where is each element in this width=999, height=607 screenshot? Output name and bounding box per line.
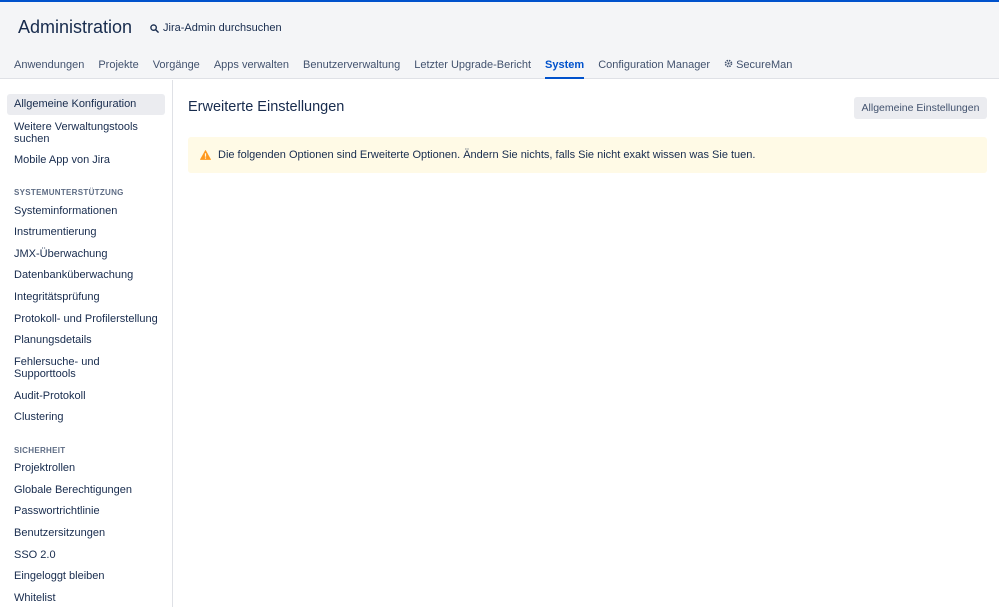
- section-heading-systemunterstuetzung: SYSTEMUNTERSTÜTZUNG: [14, 188, 124, 197]
- sidebar-item-audit-protokoll[interactable]: Audit-Protokoll: [7, 390, 165, 402]
- sidebar-item-protokoll-profilerstellung[interactable]: Protokoll- und Profilerstellung: [7, 313, 165, 325]
- sidebar-item-label: Audit-Protokoll: [14, 390, 86, 402]
- sidebar-item-label: Globale Berechtigungen: [14, 484, 133, 496]
- sidebar-item-fehlersuche-supporttools[interactable]: Fehlersuche- und Supporttools: [7, 356, 127, 380]
- admin-search[interactable]: Jira-Admin durchsuchen: [150, 20, 282, 36]
- section-heading-sicherheit: SICHERHEIT: [14, 446, 66, 455]
- tab-secureman[interactable]: SecureMan: [724, 57, 792, 79]
- tab-configuration-manager[interactable]: Configuration Manager: [598, 57, 710, 79]
- sidebar-item-integritaetspruefung[interactable]: Integritätsprüfung: [7, 291, 165, 303]
- tab-benutzerverwaltung[interactable]: Benutzerverwaltung: [303, 57, 400, 79]
- sidebar-item-weitere-verwaltungstools[interactable]: Weitere Verwaltungstools suchen: [7, 121, 157, 145]
- tab-upgrade-bericht[interactable]: Letzter Upgrade-Bericht: [414, 57, 531, 79]
- sidebar-item-whitelist[interactable]: Whitelist: [7, 592, 165, 604]
- sidebar-item-datenbankueberwachung[interactable]: Datenbanküberwachung: [7, 269, 165, 281]
- sidebar-item-passwortrichtlinie[interactable]: Passwortrichtlinie: [7, 505, 165, 517]
- warning-text: Die folgenden Optionen sind Erweiterte O…: [218, 149, 756, 161]
- sidebar-item-jmx-ueberwachung[interactable]: JMX-Überwachung: [7, 248, 165, 260]
- warning-icon: [200, 150, 211, 160]
- gear-icon: [724, 59, 733, 68]
- sidebar-item-clustering[interactable]: Clustering: [7, 411, 165, 423]
- tab-apps-verwalten[interactable]: Apps verwalten: [214, 57, 289, 79]
- general-settings-button[interactable]: Allgemeine Einstellungen: [854, 97, 987, 119]
- tab-label: Configuration Manager: [598, 59, 711, 71]
- sidebar-item-label: Clustering: [14, 411, 64, 423]
- sidebar-item-label: Integritätsprüfung: [14, 291, 100, 303]
- sidebar-item-allgemeine-konfiguration[interactable]: Allgemeine Konfiguration: [7, 94, 165, 115]
- sidebar-item-label: Datenbanküberwachung: [14, 269, 134, 281]
- tab-anwendungen[interactable]: Anwendungen: [14, 57, 84, 79]
- main-title: Erweiterte Einstellungen: [188, 99, 345, 115]
- sidebar-item-projektrollen[interactable]: Projektrollen: [7, 462, 165, 474]
- sidebar-item-planungsdetails[interactable]: Planungsdetails: [7, 334, 165, 346]
- tab-label: Apps verwalten: [213, 59, 290, 71]
- sidebar-item-label: Benutzersitzungen: [14, 527, 106, 539]
- tab-projekte[interactable]: Projekte: [98, 57, 138, 79]
- tab-label: SecureMan: [736, 59, 793, 71]
- sidebar-item-label: Allgemeine Konfiguration: [14, 98, 137, 110]
- sidebar-item-label: Eingeloggt bleiben: [14, 570, 105, 582]
- tab-label: Anwendungen: [14, 59, 85, 71]
- sidebar-item-label: Systeminformationen: [14, 205, 118, 217]
- sidebar-item-label: Instrumentierung: [14, 226, 97, 238]
- sidebar-item-label: Planungsdetails: [14, 334, 92, 346]
- search-label: Jira-Admin durchsuchen: [163, 22, 282, 34]
- tab-label: System: [545, 59, 585, 71]
- sidebar-item-benutzersitzungen[interactable]: Benutzersitzungen: [7, 527, 165, 539]
- sidebar-item-label: Fehlersuche- und Supporttools: [14, 356, 100, 380]
- sidebar-item-instrumentierung[interactable]: Instrumentierung: [7, 226, 165, 238]
- tab-label: Projekte: [98, 59, 139, 71]
- sidebar: Allgemeine Konfiguration Weitere Verwalt…: [0, 80, 173, 607]
- tab-label: Vorgänge: [152, 59, 200, 71]
- sidebar-item-label: Whitelist: [14, 592, 56, 604]
- page-title: Administration: [18, 17, 133, 37]
- sidebar-item-label: JMX-Überwachung: [14, 248, 108, 260]
- admin-header: Administration Jira-Admin durchsuchen An…: [0, 2, 999, 79]
- tab-system[interactable]: System: [545, 57, 585, 79]
- sidebar-item-label: Passwortrichtlinie: [14, 505, 100, 517]
- sidebar-item-globale-berechtigungen[interactable]: Globale Berechtigungen: [7, 484, 165, 496]
- admin-nav: Anwendungen Projekte Vorgänge Apps verwa…: [14, 57, 806, 79]
- sidebar-item-label: Mobile App von Jira: [14, 154, 110, 166]
- warning-banner: Die folgenden Optionen sind Erweiterte O…: [188, 137, 987, 173]
- tab-label: Letzter Upgrade-Bericht: [414, 59, 532, 71]
- search-icon: [150, 23, 159, 33]
- sidebar-item-sso[interactable]: SSO 2.0: [7, 549, 165, 561]
- sidebar-item-eingeloggt-bleiben[interactable]: Eingeloggt bleiben: [7, 570, 165, 582]
- tab-label: Benutzerverwaltung: [303, 59, 401, 71]
- sidebar-item-label: SSO 2.0: [14, 549, 56, 561]
- sidebar-item-systeminformationen[interactable]: Systeminformationen: [7, 205, 165, 217]
- tab-vorgaenge[interactable]: Vorgänge: [153, 57, 200, 79]
- sidebar-item-label: Weitere Verwaltungstools suchen: [14, 121, 138, 145]
- sidebar-item-label: Projektrollen: [14, 462, 76, 474]
- sidebar-item-mobile-app[interactable]: Mobile App von Jira: [7, 154, 165, 166]
- sidebar-item-label: Protokoll- und Profilerstellung: [14, 313, 158, 325]
